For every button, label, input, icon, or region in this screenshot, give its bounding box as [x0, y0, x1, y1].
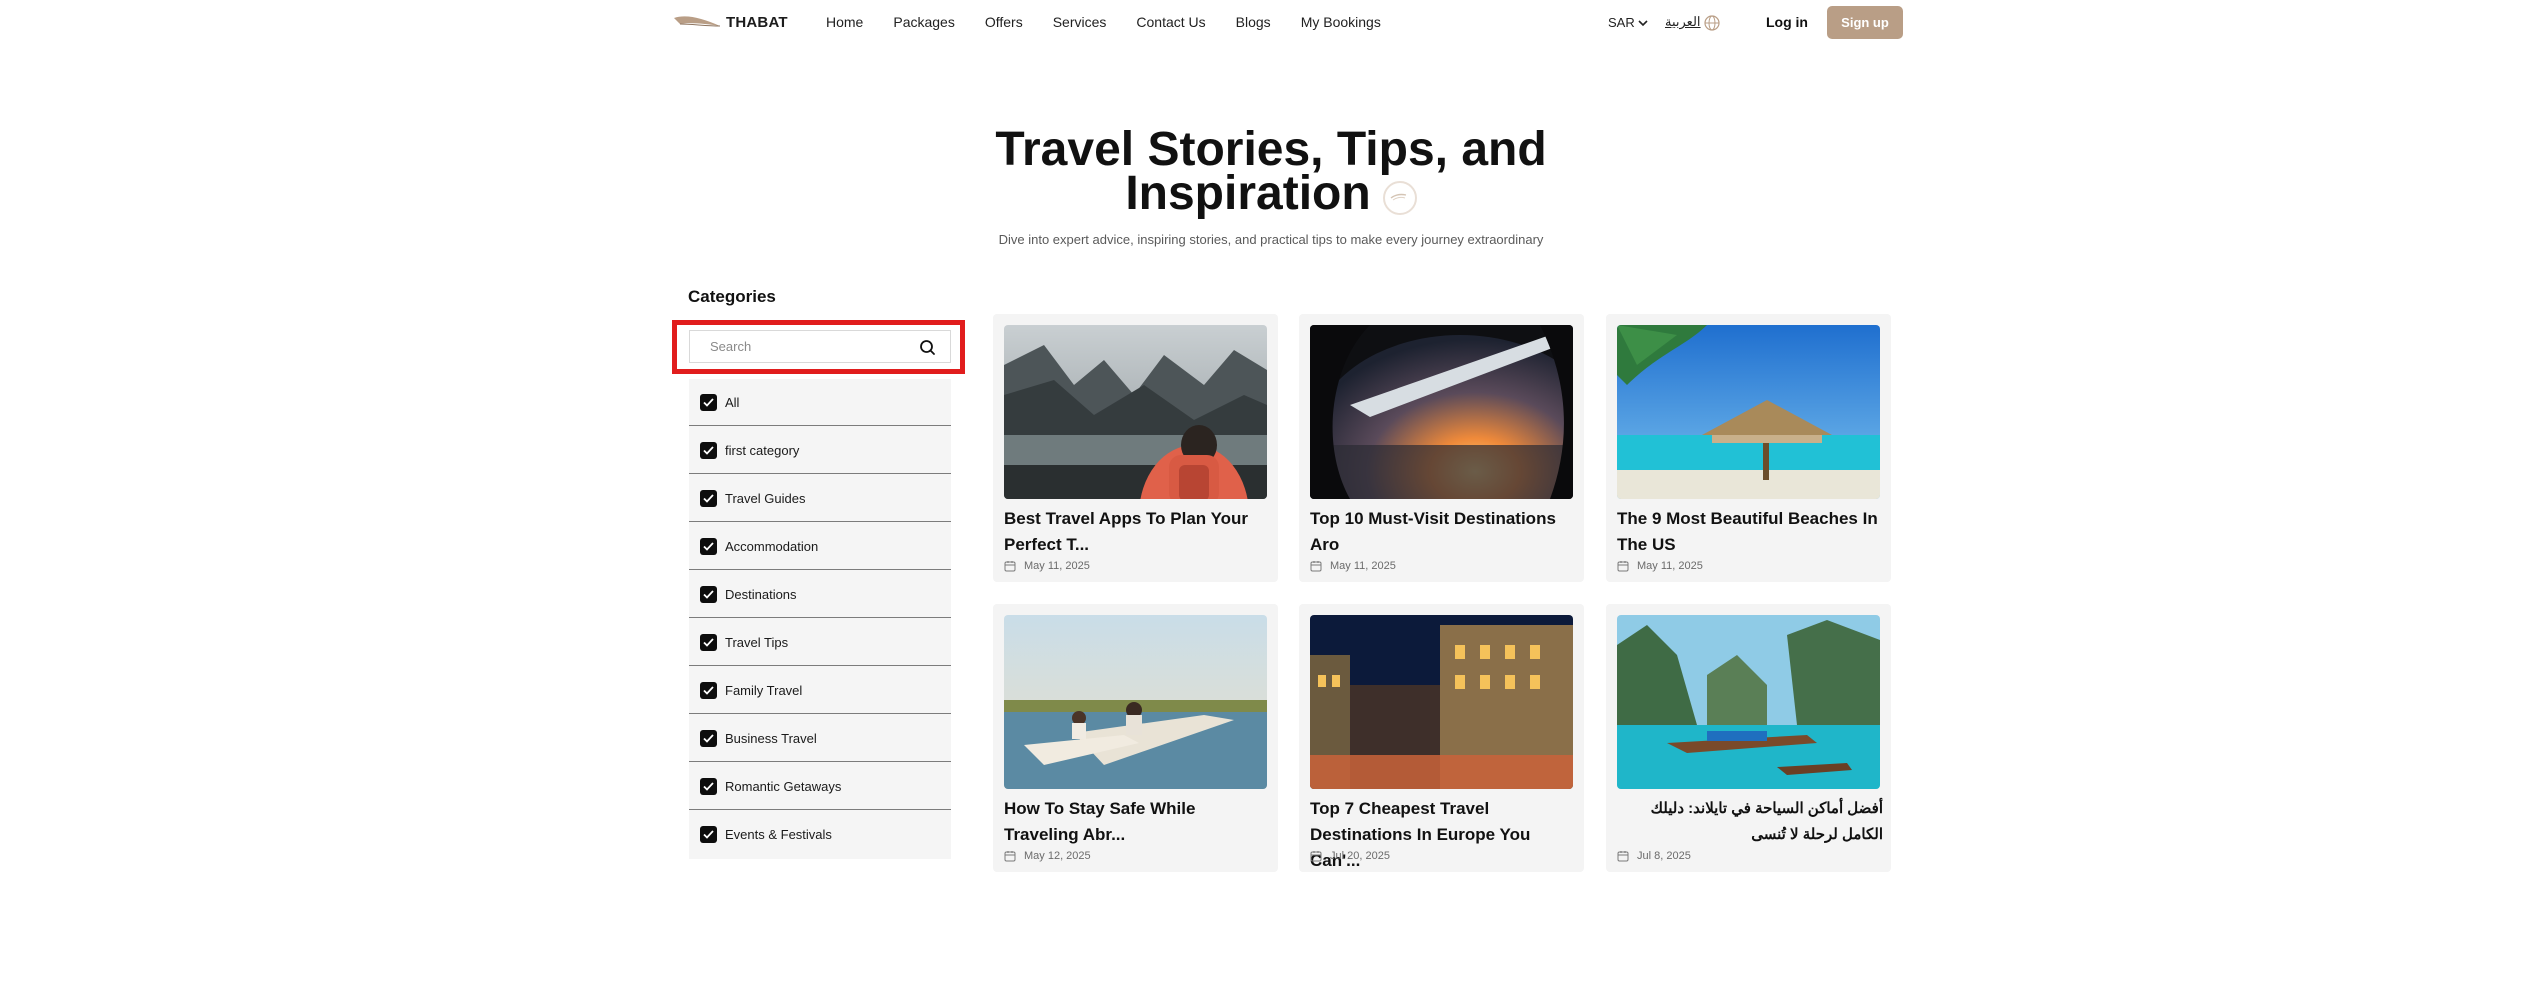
logo[interactable]: THABAT: [672, 12, 788, 32]
blog-card-date: Jul 20, 2025: [1310, 850, 1390, 862]
search-icon[interactable]: [919, 339, 936, 356]
calendar-icon: [1004, 561, 1016, 572]
calendar-icon: [1310, 561, 1322, 572]
category-item-all[interactable]: All: [689, 379, 951, 426]
page-subtitle: Dive into expert advice, inspiring stori…: [998, 232, 1544, 247]
checkbox-checked-icon[interactable]: [700, 826, 717, 843]
calendar-icon: [1004, 851, 1016, 862]
category-item-travel-guides[interactable]: Travel Guides: [689, 475, 951, 522]
page-title-line2: Inspiration: [1125, 167, 1371, 220]
blog-card-image-canoe-lake[interactable]: [1004, 615, 1267, 789]
blog-card-date: May 11, 2025: [1004, 560, 1090, 572]
login-link[interactable]: Log in: [1766, 14, 1808, 30]
calendar-icon: [1310, 851, 1322, 862]
nav-link-my-bookings[interactable]: My Bookings: [1301, 14, 1381, 30]
calendar-icon: [1617, 561, 1629, 572]
blog-card-title[interactable]: How To Stay Safe While Traveling Abr...: [1004, 796, 1270, 848]
page-title-line1: Travel Stories, Tips, and: [995, 123, 1547, 176]
checkbox-checked-icon[interactable]: [700, 681, 717, 699]
blog-card-date: May 12, 2025: [1004, 850, 1091, 862]
category-item-family-travel[interactable]: Family Travel: [689, 667, 951, 714]
nav-link-offers[interactable]: Offers: [985, 14, 1023, 30]
top-navbar: THABAT Home Packages Offers Services Con…: [0, 0, 2542, 46]
blog-card-date-text: May 11, 2025: [1024, 560, 1090, 572]
blog-card-image-tropical-beach-hut[interactable]: [1617, 325, 1880, 499]
blog-card[interactable]: How To Stay Safe While Traveling Abr... …: [993, 604, 1278, 872]
currency-label: SAR: [1608, 15, 1635, 30]
nav-link-home[interactable]: Home: [826, 14, 863, 30]
blog-card[interactable]: أفضل أماكن السياحة في تايلاند: دليلك الك…: [1606, 604, 1891, 872]
category-search: [689, 330, 951, 363]
blog-card-date-text: Jul 20, 2025: [1330, 850, 1390, 862]
currency-selector[interactable]: SAR: [1608, 15, 1648, 30]
blog-card-date-text: Jul 8, 2025: [1637, 850, 1691, 862]
nav-link-contact-us[interactable]: Contact Us: [1136, 14, 1205, 30]
blog-card[interactable]: Top 10 Must-Visit Destinations Aro May 1…: [1299, 314, 1584, 582]
blog-card-date: May 11, 2025: [1617, 560, 1703, 572]
category-item-travel-tips[interactable]: Travel Tips: [689, 619, 951, 666]
page-title-line2-wrap: Inspiration: [1125, 167, 1417, 220]
category-label: Destinations: [725, 586, 797, 602]
signup-button[interactable]: Sign up: [1827, 6, 1903, 39]
category-item-events-festivals[interactable]: Events & Festivals: [689, 811, 951, 858]
checkbox-checked-icon[interactable]: [700, 537, 717, 555]
category-label: Accommodation: [725, 538, 819, 554]
checkbox-checked-icon[interactable]: [700, 729, 717, 747]
nav-link-services[interactable]: Services: [1053, 14, 1107, 30]
blog-card-date-text: May 11, 2025: [1637, 560, 1703, 572]
category-label: first category: [725, 442, 800, 458]
language-switch-link[interactable]: العربية: [1665, 14, 1701, 30]
blog-card-title[interactable]: Top 10 Must-Visit Destinations Aro: [1310, 506, 1576, 558]
category-label: Business Travel: [725, 730, 817, 746]
category-item-business-travel[interactable]: Business Travel: [689, 715, 951, 762]
category-label: Events & Festivals: [725, 827, 832, 842]
category-label: Travel Guides: [725, 490, 806, 506]
blog-card-date-text: May 12, 2025: [1024, 850, 1091, 862]
main-nav-links: Home Packages Offers Services Contact Us…: [826, 14, 1411, 30]
blog-card-image-hiker-mountain-lake[interactable]: [1004, 325, 1267, 499]
blog-card-image-thailand-longboat[interactable]: [1617, 615, 1880, 789]
blog-card-date: Jul 8, 2025: [1617, 850, 1691, 862]
category-item-first-category[interactable]: first category: [689, 427, 951, 474]
categories-heading: Categories: [688, 287, 776, 306]
blog-card-date: May 11, 2025: [1310, 560, 1396, 572]
logo-text: THABAT: [726, 13, 788, 31]
category-label: Family Travel: [725, 682, 803, 698]
chevron-down-icon: [1638, 19, 1648, 26]
logo-feather-icon: [674, 16, 721, 27]
category-label: All: [725, 394, 740, 410]
checkbox-checked-icon[interactable]: [700, 441, 717, 459]
blog-card-image-european-street-night[interactable]: [1310, 615, 1573, 789]
category-item-accommodation[interactable]: Accommodation: [689, 523, 951, 570]
calendar-icon: [1617, 851, 1629, 862]
page-title: Travel Stories, Tips, and Inspiration: [0, 123, 2542, 220]
blog-card-title[interactable]: The 9 Most Beautiful Beaches In The US: [1617, 506, 1883, 558]
blog-card[interactable]: Best Travel Apps To Plan Your Perfect T.…: [993, 314, 1278, 582]
blog-card-title[interactable]: أفضل أماكن السياحة في تايلاند: دليلك الك…: [1617, 796, 1883, 848]
checkbox-checked-icon[interactable]: [700, 585, 717, 603]
category-label: Travel Tips: [725, 634, 789, 650]
blog-card[interactable]: Top 7 Cheapest Travel Destinations In Eu…: [1299, 604, 1584, 872]
category-item-destinations[interactable]: Destinations: [689, 571, 951, 618]
checkbox-checked-icon[interactable]: [700, 489, 717, 507]
checkbox-checked-icon[interactable]: [700, 633, 717, 651]
nav-link-blogs[interactable]: Blogs: [1236, 14, 1271, 30]
nav-link-packages[interactable]: Packages: [893, 14, 954, 30]
blog-card-title[interactable]: Top 7 Cheapest Travel Destinations In Eu…: [1310, 796, 1576, 874]
category-label: Romantic Getaways: [725, 778, 842, 794]
globe-icon[interactable]: [1704, 15, 1720, 31]
search-input[interactable]: [708, 338, 902, 355]
blog-card[interactable]: The 9 Most Beautiful Beaches In The US M…: [1606, 314, 1891, 582]
blog-card-date-text: May 11, 2025: [1330, 560, 1396, 572]
checkbox-checked-icon[interactable]: [700, 777, 717, 795]
category-filter-list: All first category Travel Guides Accommo…: [689, 379, 951, 859]
blog-card-title[interactable]: Best Travel Apps To Plan Your Perfect T.…: [1004, 506, 1270, 558]
category-item-romantic-getaways[interactable]: Romantic Getaways: [689, 763, 951, 810]
blog-card-image-airplane-window-sunset[interactable]: [1310, 325, 1573, 499]
checkbox-checked-icon[interactable]: [700, 393, 717, 411]
plane-badge-icon: [1382, 181, 1417, 215]
